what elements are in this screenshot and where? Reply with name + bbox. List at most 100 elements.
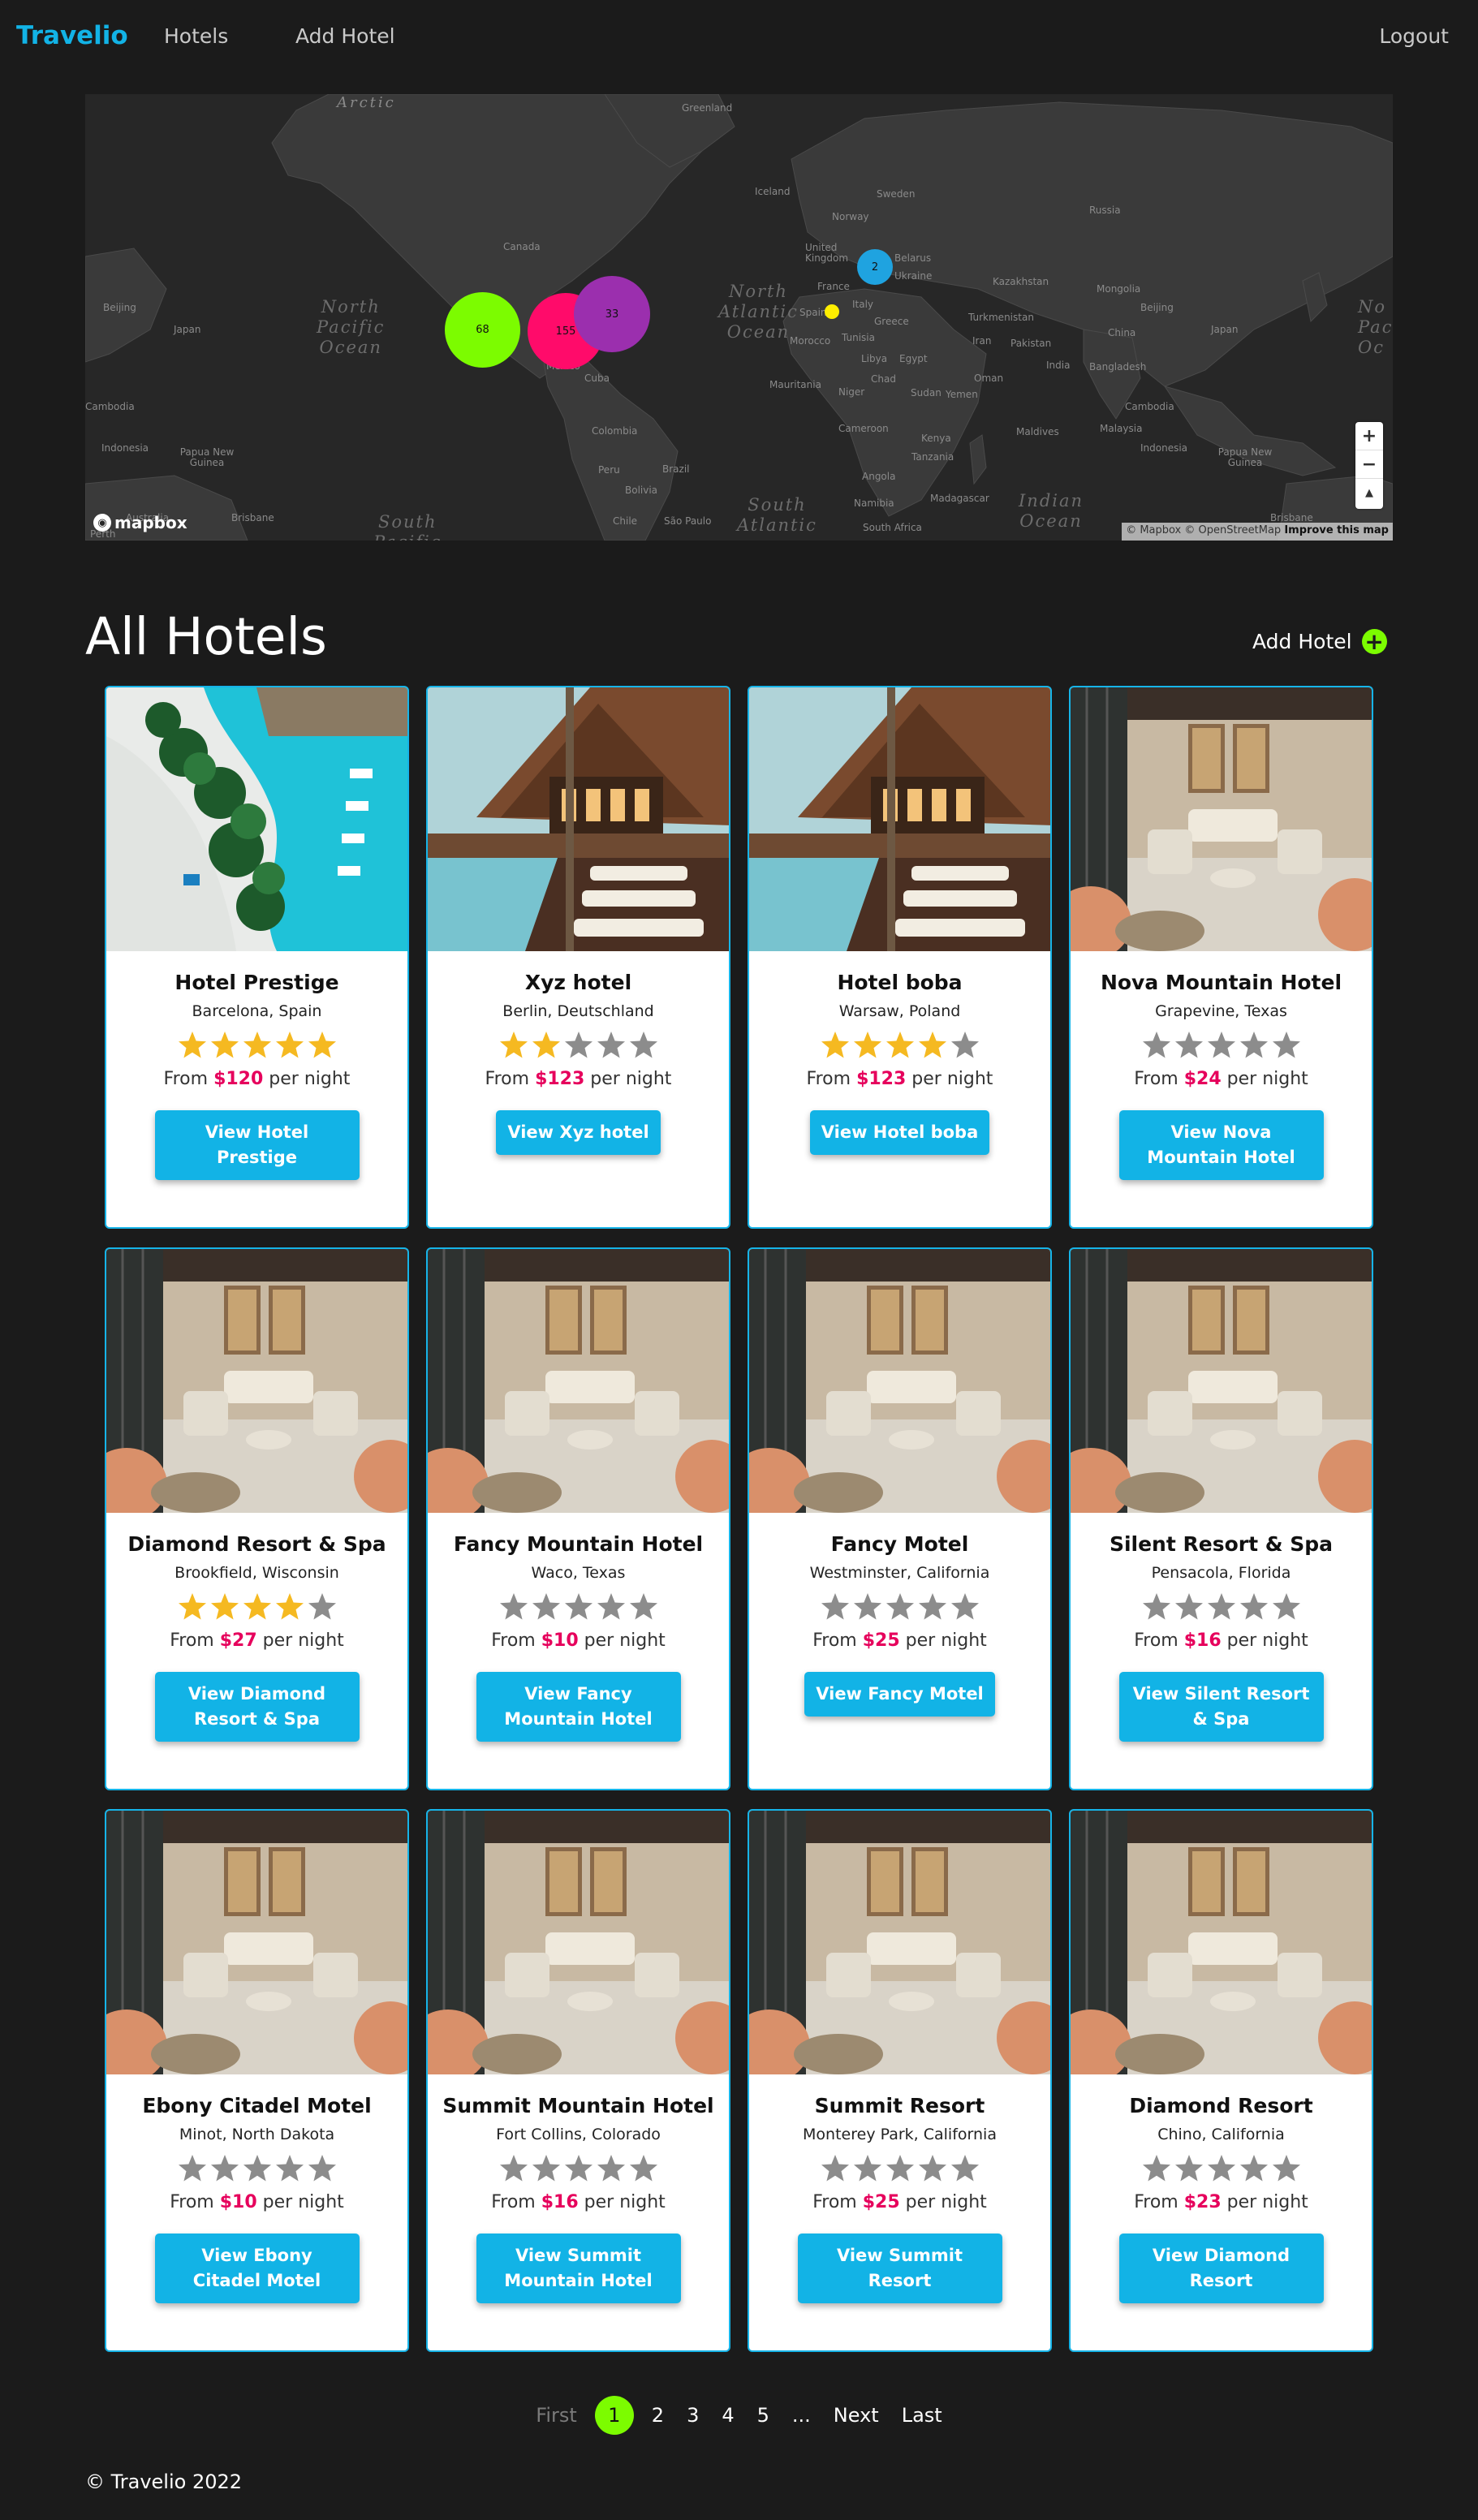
hotel-map[interactable]: Arctic Greenland Iceland Norway Sweden R… — [85, 94, 1393, 541]
star-empty-icon — [564, 2155, 592, 2182]
logout-link[interactable]: Logout — [1379, 24, 1449, 48]
map-label-iceland: Iceland — [755, 186, 791, 197]
view-hotel-button[interactable]: View Diamond Resort — [1118, 2234, 1324, 2303]
map-cluster-2[interactable]: 2 — [857, 249, 893, 285]
hotel-name: Summit Mountain Hotel — [442, 2094, 714, 2117]
hotel-image — [428, 687, 729, 951]
star-empty-icon — [499, 1593, 528, 1620]
zoom-out-button[interactable]: − — [1355, 450, 1383, 479]
view-hotel-button[interactable]: View Silent Resort & Spa — [1118, 1672, 1324, 1742]
price-suffix: per night — [905, 2192, 987, 2212]
mapbox-logo[interactable]: ◉ mapbox — [93, 513, 187, 532]
hotel-location: Waco, Texas — [531, 1564, 626, 1582]
star-empty-icon — [1174, 1032, 1203, 1058]
pagination: First 1 2 3 4 5 ... Next Last — [0, 2396, 1478, 2435]
star-empty-icon — [564, 1593, 592, 1620]
map-label-indian-ocean: Indian Ocean — [1019, 491, 1084, 531]
nav-hotels-link[interactable]: Hotels — [164, 24, 228, 48]
star-filled-icon — [243, 1032, 271, 1058]
map-label-brazil: Brazil — [662, 463, 690, 475]
star-empty-icon — [1207, 1032, 1235, 1058]
price-amount: $10 — [541, 1630, 579, 1651]
pagination-next[interactable]: Next — [822, 2396, 890, 2435]
map-marker[interactable] — [825, 304, 839, 319]
improve-map-link[interactable]: Improve this map — [1284, 524, 1389, 536]
hotel-image — [106, 1811, 407, 2074]
star-filled-icon — [821, 1032, 849, 1058]
hotel-rating — [428, 1030, 729, 1061]
map-label-colombia: Colombia — [592, 425, 638, 437]
hotel-name: Nova Mountain Hotel — [1100, 971, 1342, 994]
pagination-page-5[interactable]: 5 — [746, 2396, 781, 2435]
compass-button[interactable]: ▲ — [1355, 479, 1383, 507]
map-label-turkmenistan: Turkmenistan — [968, 312, 1034, 323]
hotel-location: Fort Collins, Colorado — [496, 2126, 661, 2143]
price-amount: $16 — [1183, 1630, 1222, 1651]
star-empty-icon — [629, 1593, 657, 1620]
map-label-south-atlantic: South Atlantic — [737, 495, 817, 535]
map-label-mongolia: Mongolia — [1097, 283, 1141, 295]
map-label-beijing-left: Beijing — [103, 302, 136, 313]
star-empty-icon — [1142, 2155, 1170, 2182]
star-empty-icon — [1239, 2155, 1268, 2182]
view-hotel-button[interactable]: View Nova Mountain Hotel — [1118, 1110, 1324, 1180]
view-hotel-button[interactable]: View Xyz hotel — [496, 1110, 661, 1155]
view-hotel-button[interactable]: View Fancy Motel — [804, 1672, 995, 1717]
hotel-image — [1071, 687, 1372, 951]
star-empty-icon — [1207, 2155, 1235, 2182]
hotel-location: Pensacola, Florida — [1151, 1564, 1291, 1582]
map-label-bangladesh: Bangladesh — [1089, 361, 1147, 373]
hotel-location: Chino, California — [1157, 2126, 1285, 2143]
hotel-price: From $10 per night — [106, 2192, 407, 2212]
add-hotel-label: Add Hotel — [1252, 630, 1352, 653]
hotel-image — [749, 1249, 1050, 1513]
pagination-last[interactable]: Last — [890, 2396, 954, 2435]
star-empty-icon — [1272, 2155, 1300, 2182]
view-hotel-button[interactable]: View Fancy Mountain Hotel — [476, 1672, 681, 1742]
hotel-rating — [106, 2153, 407, 2184]
attribution-text[interactable]: © Mapbox © OpenStreetMap — [1126, 524, 1281, 536]
star-filled-icon — [308, 1032, 336, 1058]
nav-add-hotel-link[interactable]: Add Hotel — [295, 24, 395, 48]
hotel-location: Brookfield, Wisconsin — [175, 1564, 339, 1582]
add-hotel-button[interactable]: Add Hotel + — [1252, 629, 1387, 654]
view-hotel-button[interactable]: View Diamond Resort & Spa — [154, 1672, 360, 1742]
view-hotel-button[interactable]: View Summit Resort — [797, 2234, 1002, 2303]
star-empty-icon — [1272, 1032, 1300, 1058]
view-hotel-button[interactable]: View Summit Mountain Hotel — [476, 2234, 681, 2303]
price-suffix: per night — [911, 1069, 993, 1089]
star-filled-icon — [178, 1032, 206, 1058]
hotel-card: Xyz hotel Berlin, Deutschland From $123 pe… — [426, 686, 730, 1229]
map-label-papua-right: Papua New Guinea — [1217, 446, 1273, 468]
hotel-card: Fancy Motel Westminster, California From $… — [748, 1247, 1052, 1790]
price-prefix: From — [806, 1069, 851, 1089]
price-amount: $123 — [856, 1069, 907, 1089]
hotel-image — [428, 1811, 729, 2074]
view-hotel-button[interactable]: View Hotel boba — [809, 1110, 990, 1155]
star-filled-icon — [210, 1593, 239, 1620]
pagination-page-2[interactable]: 2 — [640, 2396, 675, 2435]
price-suffix: per night — [1226, 1069, 1308, 1089]
zoom-in-button[interactable]: + — [1355, 422, 1383, 450]
navbar: Travelio Hotels Add Hotel Logout — [0, 0, 1478, 75]
map-cluster-33[interactable]: 33 — [574, 276, 650, 352]
map-cluster-68[interactable]: 68 — [445, 292, 520, 368]
hotel-price: From $120 per night — [106, 1069, 407, 1089]
brand-logo[interactable]: Travelio — [16, 21, 128, 50]
map-label-spain: Spain — [799, 307, 827, 318]
star-empty-icon — [950, 2155, 979, 2182]
pagination-page-3[interactable]: 3 — [675, 2396, 710, 2435]
view-hotel-button[interactable]: View Hotel Prestige — [154, 1110, 360, 1180]
view-hotel-button[interactable]: View Ebony Citadel Motel — [154, 2234, 360, 2303]
star-empty-icon — [1272, 1593, 1300, 1620]
plus-circle-icon: + — [1361, 629, 1387, 654]
pagination-page-1[interactable]: 1 — [594, 2396, 634, 2435]
star-filled-icon — [886, 1032, 914, 1058]
map-label-papua-left: Papua New Guinea — [179, 446, 235, 468]
pagination-first[interactable]: First — [524, 2396, 588, 2435]
price-prefix: From — [812, 2192, 857, 2212]
pagination-page-4[interactable]: 4 — [710, 2396, 745, 2435]
price-suffix: per night — [584, 2192, 666, 2212]
hotel-card: Summit Resort Monterey Park, California Fr… — [748, 1809, 1052, 2352]
map-label-indonesia-right: Indonesia — [1140, 442, 1188, 454]
